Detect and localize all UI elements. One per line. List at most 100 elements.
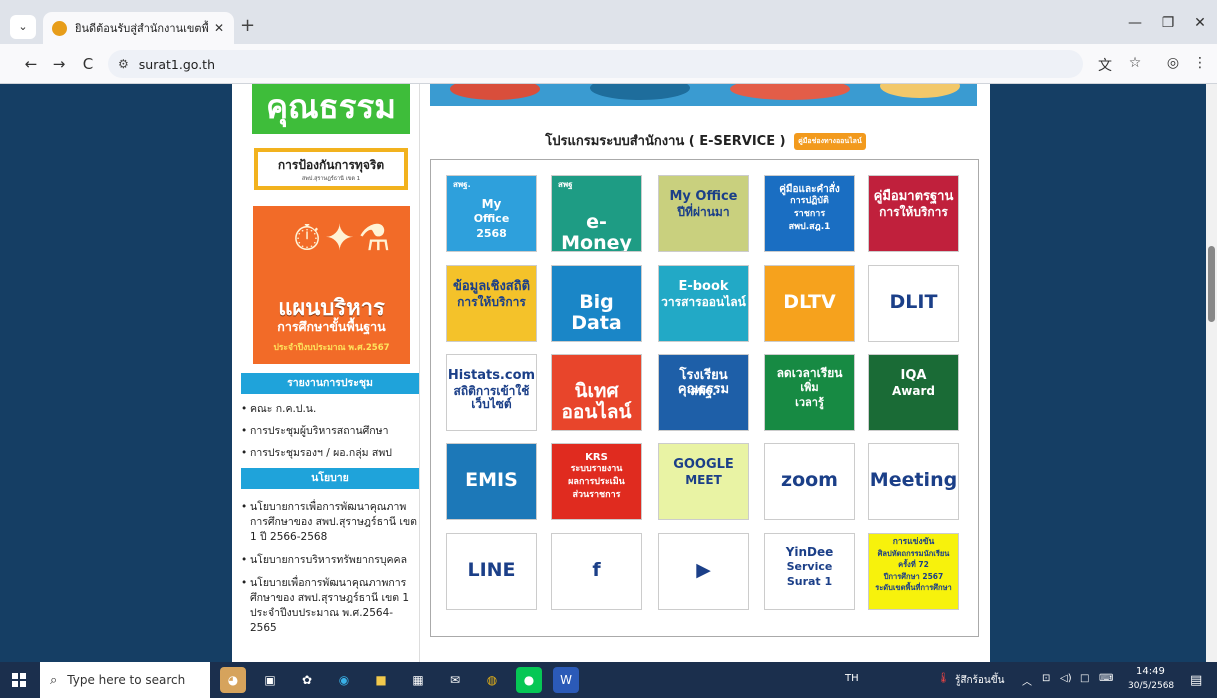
pinned-apps: ◕ ▣ ✿ ◉ ■ ▦ ✉ ◍ ● W [220,667,590,693]
eservice-tile[interactable]: E-book วารสารออนไลน์ [658,265,749,342]
policy-link[interactable]: นโยบายการบริหารทรัพยากรบุคคล [241,553,417,568]
education-plan-banner[interactable]: ⏱ ✦ ⚗ แผนบริหาร การศึกษาขั้นพื้นฐาน ประจ… [253,206,410,364]
eservice-tile[interactable]: โรงเรียนคุณธรรม สพฐ. [658,354,749,431]
meeting-section-header: รายงานการประชุม [241,373,419,394]
policy-link[interactable]: นโยบายเพื่อการพัฒนาคุณภาพการศึกษาของ สพป… [241,576,417,636]
eservice-tile[interactable]: Histats.com สถิติการเข้าใช้เว็บไซต์ [446,354,537,431]
windows-taskbar: ⌕ Type here to search ◕ ▣ ✿ ◉ ■ ▦ ✉ ◍ ● … [0,662,1217,698]
line-app-icon[interactable]: ● [516,667,542,693]
scrollbar-thumb[interactable] [1208,246,1215,322]
tile-label: IQA [900,368,927,383]
keyboard-icon[interactable]: ⌨ [1099,673,1113,684]
store-icon[interactable]: ▦ [405,667,431,693]
word-icon[interactable]: W [553,667,579,693]
notification-icon[interactable]: □ [1080,673,1089,684]
reload-icon[interactable]: C [79,55,97,73]
weather-text[interactable]: รู้สึกร้อนขึ้น [955,673,1004,688]
plan-year: ประจำปีงบประมาณ พ.ศ.2567 [273,343,390,353]
back-icon[interactable]: ← [22,55,40,73]
task-view-icon[interactable]: ▣ [257,667,283,693]
eservice-tile[interactable]: IQA Award [868,354,959,431]
translate-icon[interactable]: 文 [1095,55,1115,75]
close-window-button[interactable]: ✕ [1190,15,1210,31]
tile-label: ครั้งที่ 72 [898,560,929,569]
eservice-tile[interactable]: ข้อมูลเชิงสถิติ การให้บริการ [446,265,537,342]
tab-search-button[interactable]: ⌄ [10,15,36,39]
browser-menu-icon[interactable]: ⋮ [1190,55,1210,71]
tile-label: DLIT [889,291,938,313]
morality-banner[interactable]: คุณธรรม [252,84,410,134]
input-language[interactable]: TH [845,673,859,684]
site-info-icon[interactable]: ⚙ [118,57,129,71]
food-widget-icon[interactable]: ◕ [220,667,246,693]
eservice-tile[interactable]: My Office ปีที่ผ่านมา [658,175,749,252]
tile-label: นิเทศออนไลน์ [561,380,632,423]
eservice-tile[interactable]: คู่มือมาตรฐาน การให้บริการ [868,175,959,252]
chrome-icon[interactable]: ◍ [479,667,505,693]
eservice-tile[interactable]: นิเทศออนไลน์ [551,354,642,431]
volume-icon[interactable]: ◁) [1060,673,1072,684]
tile-label: การให้บริการ [879,205,948,219]
file-explorer-icon[interactable]: ■ [368,667,394,693]
meeting-link[interactable]: การประชุมผู้บริหารสถานศึกษา [241,424,417,439]
eservice-tile[interactable]: GOOGLE MEET [658,443,749,520]
eservice-tile[interactable]: f [551,533,642,610]
eservice-tile[interactable]: LINE [446,533,537,610]
eservice-tile[interactable]: KRS ระบบรายงาน ผลการประเมิน ส่วนราชการ [551,443,642,520]
page-content: คุณธรรม การป้องกันการทุจริต สพป.สุราษฎร์… [232,84,990,662]
minimize-button[interactable]: — [1125,15,1145,31]
tile-label: สพป.สฎ.1 [788,222,831,232]
active-tab[interactable]: ยินดีต้อนรับสู่สำนักงานเขตพื้นที่การศึ ✕ [43,12,234,44]
tile-label: ข้อมูลเชิงสถิติ [452,279,531,294]
clock-time[interactable]: 14:49 [1136,666,1165,677]
eservice-grid: My Office 2568 สพฐ. e-Money สพฐ My Office ปีที่… [430,159,979,637]
profile-icon[interactable]: ◎ [1163,55,1183,71]
taskbar-search-box[interactable]: ⌕ Type here to search [40,662,210,698]
online-manual-link[interactable]: คู่มือช่องทางออนไลน์ [794,133,866,150]
windows-start-icon[interactable] [12,673,26,687]
eservice-tile[interactable]: Meeting [868,443,959,520]
tab-close-icon[interactable]: ✕ [214,21,224,35]
tile-label: Meeting [869,469,958,491]
tile-label: My [481,197,502,211]
tile-top-label: สพฐ. [453,180,471,189]
tile-label: E-book [678,279,729,294]
forward-icon[interactable]: → [50,55,68,73]
eservice-tile[interactable]: YinDee Service Surat 1 [764,533,855,610]
network-icon[interactable]: ⊡ [1042,673,1050,684]
search-icon: ⌕ [50,672,58,688]
meeting-link[interactable]: คณะ ก.ค.ป.น. [241,402,417,417]
eservice-tile[interactable]: zoom [764,443,855,520]
eservice-tile[interactable]: Big Data [551,265,642,342]
clock-date[interactable]: 30/5/2568 [1128,681,1174,691]
tile-label: ราชการ [793,209,826,219]
url-bar[interactable]: ⚙ surat1.go.th [108,50,1083,78]
tile-label: Award [892,384,935,398]
action-center-icon[interactable]: ▤ [1190,673,1202,688]
mail-icon[interactable]: ✉ [442,667,468,693]
eservice-tile[interactable]: DLTV [764,265,855,342]
bookmark-star-icon[interactable]: ☆ [1125,55,1145,71]
tile-label: ปีการศึกษา 2567 [883,571,944,581]
anti-corruption-banner[interactable]: การป้องกันการทุจริต สพป.สุราษฎร์ธานี เขต… [254,148,408,190]
eservice-tile[interactable]: EMIS [446,443,537,520]
eservice-tile[interactable]: ▶ [658,533,749,610]
eservice-tile[interactable]: DLIT [868,265,959,342]
restore-button[interactable]: ❐ [1158,15,1178,31]
eservice-tile[interactable]: คู่มือและคำสั่ง การปฏิบัติ ราชการ สพป.สฎ.1 [764,175,855,252]
tab-bar: ⌄ ยินดีต้อนรับสู่สำนักงานเขตพื้นที่การศึ… [0,0,1217,44]
copilot-icon[interactable]: ✿ [294,667,320,693]
policy-link[interactable]: นโยบายการเพื่อการพัฒนาคุณภาพการศึกษาของ … [241,500,417,545]
tile-label: ลดเวลาเรียน [776,366,843,380]
tile-label: การให้บริการ [457,295,526,309]
meeting-link[interactable]: การประชุมรองฯ / ผอ.กลุ่ม สพป [241,446,417,461]
eservice-tile[interactable]: ลดเวลาเรียน เพิ่ม เวลารู้ [764,354,855,431]
eservice-tile[interactable]: My Office 2568 สพฐ. [446,175,537,252]
chevron-up-icon[interactable]: ︿ [1022,673,1032,688]
eservice-tile[interactable]: การแข่งขัน ศิลปหัตถกรรมนักเรียน ครั้งที่ 7… [868,533,959,610]
edge-icon[interactable]: ◉ [331,667,357,693]
page-scrollbar[interactable] [1206,84,1217,662]
new-tab-button[interactable]: + [240,16,255,36]
lightbulb-icon: ⏱ ✦ ⚗ [293,218,390,259]
eservice-tile[interactable]: e-Money สพฐ [551,175,642,252]
